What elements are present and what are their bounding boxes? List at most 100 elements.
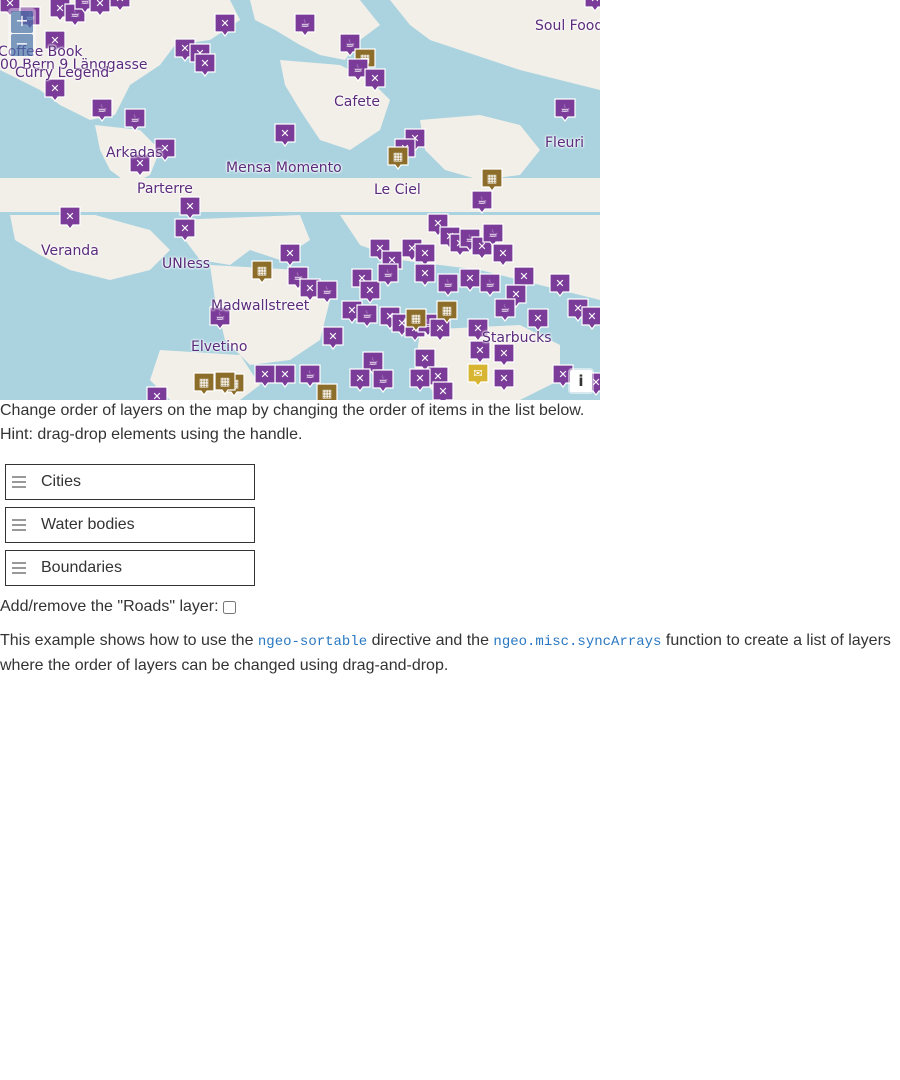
restaurant-marker-icon[interactable]: ✕ <box>179 196 201 220</box>
restaurant-marker-icon[interactable]: ✕ <box>492 243 514 267</box>
map-label-le-ciel: Le Ciel <box>374 182 421 198</box>
svg-text:✕: ✕ <box>591 376 600 389</box>
cafe-marker-icon[interactable]: ☕ <box>554 98 576 122</box>
svg-text:✕: ✕ <box>185 200 194 213</box>
svg-text:☕: ☕ <box>322 284 332 297</box>
restaurant-marker-icon[interactable]: ✕ <box>364 68 386 92</box>
restaurant-marker-icon[interactable]: ✕ <box>274 364 296 388</box>
svg-text:☕: ☕ <box>488 227 498 240</box>
svg-text:▦: ▦ <box>442 304 452 317</box>
svg-text:☕: ☕ <box>560 102 570 115</box>
map-label-soul-food: Soul Food <box>535 18 600 34</box>
restaurant-marker-icon[interactable]: ✕ <box>274 123 296 147</box>
cinema-marker-icon[interactable]: ▦ <box>387 146 409 170</box>
cinema-marker-icon[interactable]: ▦ <box>436 300 458 324</box>
map-label-fleuri: Fleuri <box>545 135 585 151</box>
restaurant-marker-icon[interactable]: ✕ <box>214 13 236 37</box>
restaurant-marker-icon[interactable]: ✕ <box>493 368 515 392</box>
restaurant-marker-icon[interactable]: ✕ <box>459 268 481 292</box>
restaurant-marker-icon[interactable]: ✕ <box>414 263 436 287</box>
svg-text:✕: ✕ <box>370 72 379 85</box>
svg-text:✕: ✕ <box>438 385 447 398</box>
svg-text:☕: ☕ <box>500 302 510 315</box>
layer-name: Water bodies <box>41 516 135 533</box>
restaurant-marker-icon[interactable]: ✕ <box>109 0 131 12</box>
restaurant-marker-icon[interactable]: ✕ <box>549 273 571 297</box>
cafe-marker-icon[interactable]: ☕ <box>479 273 501 297</box>
svg-text:✉: ✉ <box>473 367 482 380</box>
svg-text:✕: ✕ <box>587 310 596 323</box>
cafe-marker-icon[interactable]: ☕ <box>437 273 459 297</box>
svg-text:✕: ✕ <box>260 368 269 381</box>
svg-text:✕: ✕ <box>590 0 599 5</box>
cinema-marker-icon[interactable]: ▦ <box>193 372 215 396</box>
cafe-marker-icon[interactable]: ☕ <box>494 298 516 322</box>
restaurant-marker-icon[interactable]: ✕ <box>581 306 600 330</box>
cafe-marker-icon[interactable]: ☕ <box>377 263 399 287</box>
cafe-marker-icon[interactable]: ☕ <box>124 108 146 132</box>
map-label-madwallstreet: Madwallstreet <box>211 298 310 314</box>
restaurant-marker-icon[interactable]: ✕ <box>432 381 454 400</box>
cafe-marker-icon[interactable]: ☕ <box>91 98 113 122</box>
restaurant-marker-icon[interactable]: ✕ <box>146 386 168 400</box>
svg-text:☕: ☕ <box>300 17 310 30</box>
code-ngeo-sortable: ngeo-sortable <box>257 634 368 650</box>
drag-handle-icon[interactable] <box>12 519 26 531</box>
map-label-starbucks: Starbucks <box>482 330 552 346</box>
restaurant-marker-icon[interactable]: ✕ <box>279 243 301 267</box>
cinema-marker-icon[interactable]: ▦ <box>251 260 273 284</box>
svg-text:▦: ▦ <box>220 375 230 388</box>
layer-item-cities[interactable]: Cities <box>5 464 255 500</box>
cafe-marker-icon[interactable]: ☕ <box>471 190 493 214</box>
restaurant-marker-icon[interactable]: ✕ <box>527 308 549 332</box>
cafe-marker-icon[interactable]: ☕ <box>356 304 378 328</box>
svg-text:✕: ✕ <box>558 368 567 381</box>
layer-item-boundaries[interactable]: Boundaries <box>5 550 255 586</box>
special-marker-icon[interactable]: ✉ <box>467 363 489 387</box>
restaurant-marker-icon[interactable]: ✕ <box>44 78 66 102</box>
cinema-marker-icon[interactable]: ▦ <box>214 371 236 395</box>
zoom-in-button[interactable]: + <box>11 11 33 33</box>
restaurant-marker-icon[interactable]: ✕ <box>584 0 600 12</box>
restaurant-marker-icon[interactable]: ✕ <box>322 326 344 350</box>
cafe-marker-icon[interactable]: ☕ <box>372 369 394 393</box>
svg-text:▦: ▦ <box>487 172 497 185</box>
cinema-marker-icon[interactable]: ▦ <box>405 308 427 332</box>
restaurant-marker-icon[interactable]: ✕ <box>254 364 276 388</box>
restaurant-marker-icon[interactable]: ✕ <box>194 53 216 77</box>
svg-text:✕: ✕ <box>365 284 374 297</box>
restaurant-marker-icon[interactable]: ✕ <box>89 0 111 17</box>
svg-text:✕: ✕ <box>180 222 189 235</box>
map-label-curry-legend: Curry Legend <box>15 65 110 81</box>
svg-text:✕: ✕ <box>50 82 59 95</box>
map-label-arkadas: Arkadas <box>106 145 163 161</box>
attribution-button[interactable]: i <box>570 370 592 392</box>
zoom-out-button[interactable]: − <box>11 34 33 56</box>
layer-item-water-bodies[interactable]: Water bodies <box>5 507 255 543</box>
restaurant-marker-icon[interactable]: ✕ <box>493 343 515 367</box>
svg-text:✕: ✕ <box>499 372 508 385</box>
svg-text:✕: ✕ <box>328 330 337 343</box>
cinema-marker-icon[interactable]: ▦ <box>316 383 338 400</box>
restaurant-marker-icon[interactable]: ✕ <box>174 218 196 242</box>
cinema-marker-icon[interactable]: ▦ <box>481 168 503 192</box>
restaurant-marker-icon[interactable]: ✕ <box>349 368 371 392</box>
cafe-marker-icon[interactable]: ☕ <box>294 13 316 37</box>
svg-text:✕: ✕ <box>415 372 424 385</box>
cafe-marker-icon[interactable]: ☕ <box>316 280 338 304</box>
drag-handle-icon[interactable] <box>12 476 26 488</box>
svg-text:✕: ✕ <box>305 282 314 295</box>
svg-text:☕: ☕ <box>368 355 378 368</box>
drag-handle-icon[interactable] <box>12 562 26 574</box>
roads-layer-checkbox[interactable] <box>222 600 236 614</box>
restaurant-marker-icon[interactable]: ✕ <box>59 206 81 230</box>
map-label-veranda: Veranda <box>41 243 99 259</box>
map-label-parterre: Parterre <box>137 181 193 197</box>
svg-text:✕: ✕ <box>555 277 564 290</box>
layer-list: Cities Water bodies Boundaries <box>5 464 255 593</box>
roads-toggle-row: Add/remove the "Roads" layer: <box>0 598 236 616</box>
svg-text:▦: ▦ <box>257 264 267 277</box>
roads-toggle-label: Add/remove the "Roads" layer: <box>0 598 219 615</box>
restaurant-marker-icon[interactable]: ✕ <box>409 368 431 392</box>
map-viewport[interactable]: ✕☕✕☕☕✕✕✕☕✕✕✕✕☕▦☕✕✕☕☕✕☕✕✕✕✕▦▦☕✕✕✕✕✕▦☕✕☕✕✕… <box>0 0 600 400</box>
